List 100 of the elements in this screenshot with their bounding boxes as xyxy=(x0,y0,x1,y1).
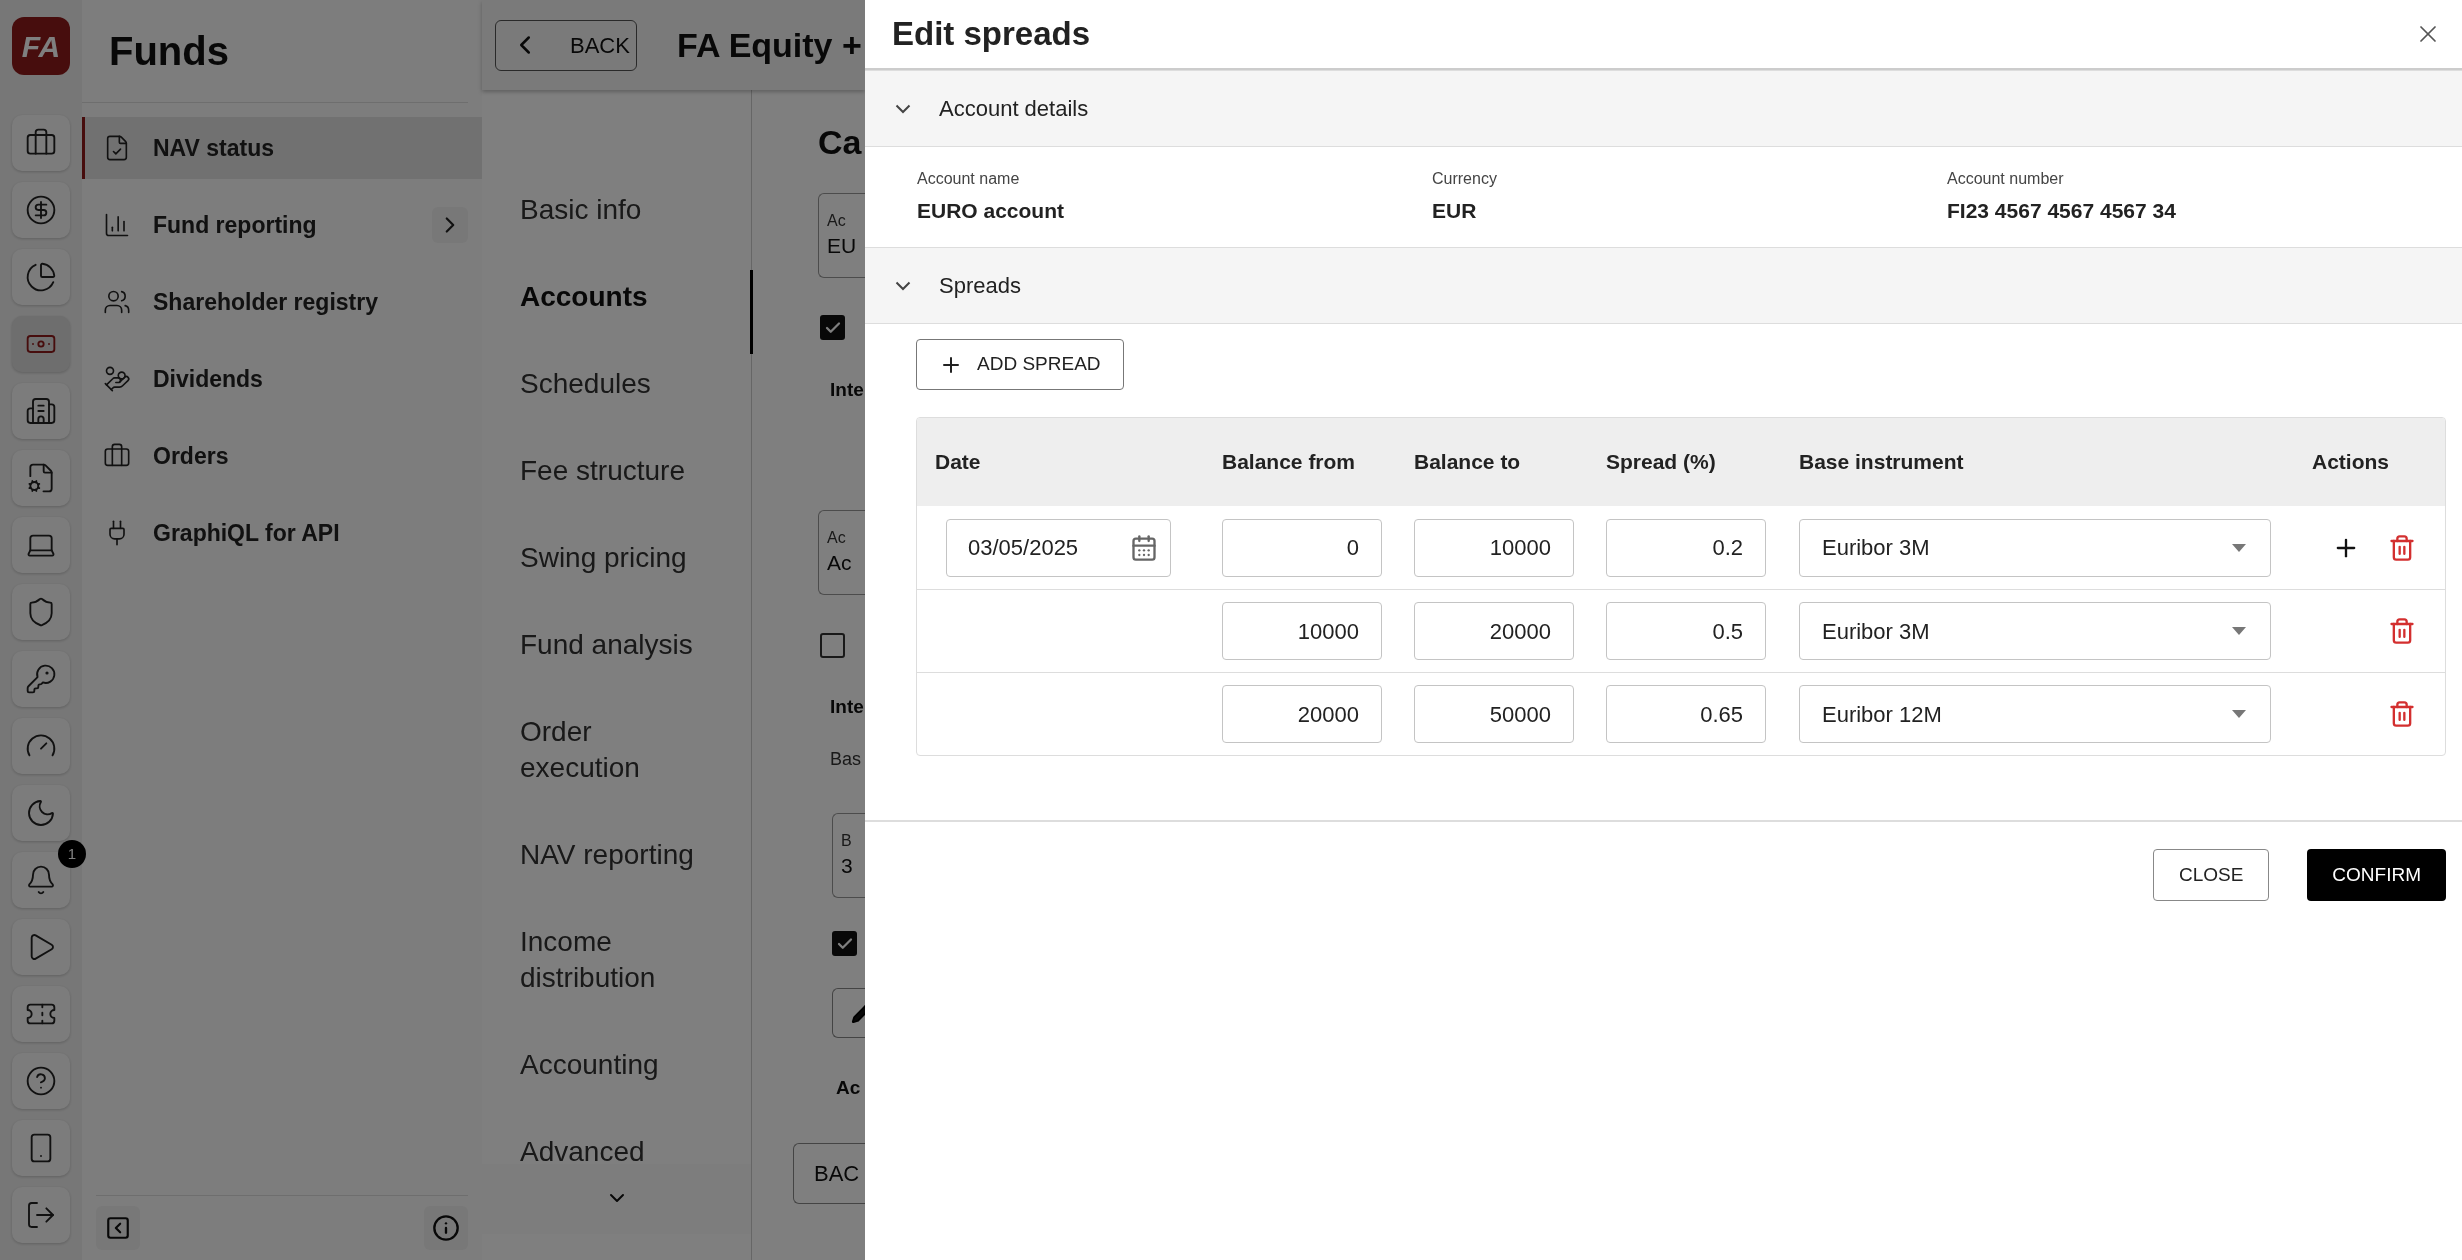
help-icon xyxy=(25,1065,57,1097)
back-button[interactable]: BACK xyxy=(495,19,637,71)
subnav-item[interactable]: Advanced xyxy=(520,1134,705,1170)
rail-button[interactable] xyxy=(12,450,70,506)
expand-button[interactable] xyxy=(432,207,468,243)
info-icon xyxy=(432,1214,460,1242)
subnav-item[interactable]: Income distribution xyxy=(520,924,705,996)
rail-button[interactable] xyxy=(12,651,70,707)
page-title: FA Equity + xyxy=(677,24,862,66)
rail-button[interactable] xyxy=(12,383,70,439)
field-value: EURO account xyxy=(917,198,1066,225)
subnav-item[interactable]: Order execution xyxy=(520,714,705,786)
field-label: Account name xyxy=(917,169,1021,190)
bar-chart-icon xyxy=(103,211,131,239)
section-heading: Ac xyxy=(836,1076,861,1100)
number-field[interactable]: 50000 xyxy=(1414,685,1574,743)
number-field[interactable]: 0.5 xyxy=(1606,602,1766,660)
column-header: Date xyxy=(935,450,981,474)
page-heading: Ca xyxy=(818,122,862,163)
nav-item[interactable]: GraphiQL for API xyxy=(82,502,482,564)
logout-icon xyxy=(25,1199,57,1231)
nav-item[interactable]: Shareholder registry xyxy=(82,271,482,333)
rail-button[interactable] xyxy=(12,1053,70,1109)
moon-icon xyxy=(25,797,57,829)
delete-icon[interactable] xyxy=(2388,533,2416,562)
nav-item[interactable]: Orders xyxy=(82,425,482,487)
subnav-item[interactable]: Swing pricing xyxy=(520,540,705,576)
column-header: Spread (%) xyxy=(1606,450,1716,474)
subnav-item[interactable]: Fee structure xyxy=(520,453,705,489)
chevron-down-icon xyxy=(895,280,911,291)
column-header: Balance from xyxy=(1222,450,1356,474)
key-icon xyxy=(25,663,57,695)
number-field[interactable]: 10000 xyxy=(1222,602,1382,660)
bell-icon xyxy=(25,864,57,896)
add-spread-button[interactable]: ADD SPREAD xyxy=(916,339,1124,390)
close-button[interactable]: CLOSE xyxy=(2152,849,2270,901)
select-field[interactable]: Euribor 12M xyxy=(1799,685,2271,743)
field-value: FI23 4567 4567 4567 34 xyxy=(1947,198,2177,225)
notification-badge: 1 xyxy=(58,840,86,868)
collapse-button[interactable] xyxy=(96,1206,140,1250)
nav-item[interactable]: Fund reporting xyxy=(82,194,482,256)
rail-button[interactable] xyxy=(12,919,70,975)
field-caption: Bas xyxy=(830,748,863,770)
number-field[interactable]: 10000 xyxy=(1414,518,1574,577)
column-header: Base instrument xyxy=(1799,450,1964,474)
checkbox[interactable] xyxy=(820,315,845,340)
rail-button[interactable] xyxy=(12,182,70,238)
rail-button[interactable] xyxy=(12,852,70,908)
subnav-item[interactable]: Accounting xyxy=(520,1047,705,1083)
field-value: EUR xyxy=(1432,198,1478,225)
dialog-title: Edit spreads xyxy=(892,14,1091,55)
field-label: Currency xyxy=(1432,169,1498,190)
rail-button[interactable] xyxy=(12,316,70,372)
rail-button[interactable] xyxy=(12,986,70,1042)
rail-button[interactable] xyxy=(12,249,70,305)
subnav-item[interactable]: Basic info xyxy=(520,192,705,228)
logo[interactable]: FA xyxy=(12,17,70,75)
rail-button[interactable] xyxy=(12,1120,70,1176)
nav-item[interactable]: Dividends xyxy=(82,348,482,410)
dropdown-caret-icon xyxy=(2232,543,2246,552)
info-button[interactable] xyxy=(424,1206,468,1250)
number-field[interactable]: 0.65 xyxy=(1606,685,1766,743)
number-field[interactable]: 20000 xyxy=(1414,602,1574,660)
hand-coins-icon xyxy=(103,365,131,393)
back-button[interactable]: BAC xyxy=(793,1143,865,1204)
rail-button[interactable] xyxy=(12,1187,70,1243)
building-icon xyxy=(25,395,57,427)
date-field[interactable]: 03/05/2025 xyxy=(946,518,1171,577)
rail-button[interactable] xyxy=(12,517,70,573)
delete-icon[interactable] xyxy=(2388,617,2416,645)
rail-button[interactable] xyxy=(12,785,70,841)
section-heading: Inte xyxy=(830,695,864,719)
section-title: Funds xyxy=(109,28,229,75)
number-field[interactable]: 0 xyxy=(1222,518,1382,577)
number-field[interactable]: 20000 xyxy=(1222,685,1382,743)
nav-item[interactable]: NAV status xyxy=(82,117,482,179)
delete-icon[interactable] xyxy=(2388,700,2416,728)
field-label: Account number xyxy=(1947,169,2065,190)
subnav-item[interactable]: NAV reporting xyxy=(520,837,705,873)
number-field[interactable]: 0.2 xyxy=(1606,518,1766,577)
subnav-item[interactable]: Schedules xyxy=(520,366,705,402)
pie-chart-icon xyxy=(25,261,57,293)
collapse-icon xyxy=(105,1215,131,1241)
confirm-button[interactable]: CONFIRM xyxy=(2307,849,2446,901)
accordion-header[interactable]: Spreads xyxy=(865,247,2462,324)
rail-button[interactable] xyxy=(12,718,70,774)
checkbox[interactable] xyxy=(832,931,857,956)
select-field[interactable]: Euribor 3M xyxy=(1799,602,2271,660)
dropdown-caret-icon xyxy=(2232,710,2246,718)
subnav-item[interactable]: Accounts xyxy=(520,279,705,315)
accordion-header[interactable]: Account details xyxy=(865,70,2462,147)
chevron-down-icon xyxy=(895,103,911,114)
users-icon xyxy=(103,288,131,316)
rail-button[interactable] xyxy=(12,115,70,171)
select-field[interactable]: Euribor 3M xyxy=(1799,518,2271,577)
dollar-icon xyxy=(25,194,57,226)
subnav-item[interactable]: Fund analysis xyxy=(520,627,705,663)
rail-button[interactable] xyxy=(12,584,70,640)
calendar-icon[interactable] xyxy=(1130,533,1158,562)
checkbox[interactable] xyxy=(820,633,845,658)
